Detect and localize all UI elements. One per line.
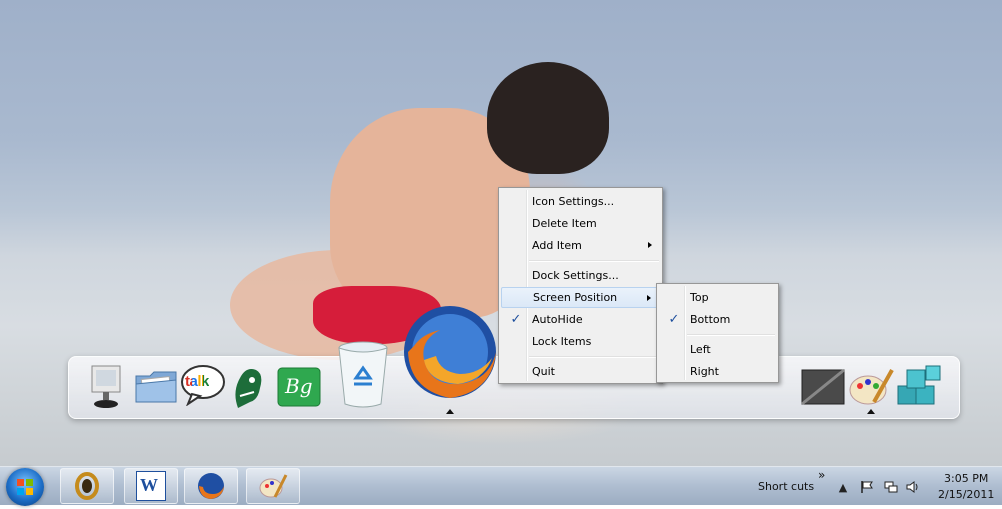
shortcuts-chevron-icon[interactable]: » [818, 468, 825, 482]
computer-icon[interactable] [86, 364, 126, 410]
bg-label: Bg [285, 374, 313, 398]
clock-date[interactable]: 2/15/2011 [938, 488, 994, 501]
cubes-icon[interactable] [894, 362, 944, 410]
checkmark-icon: ✓ [510, 312, 522, 327]
talk-label: talk [185, 373, 209, 390]
windows-logo-icon [17, 479, 33, 495]
menu-item-icon-settings[interactable]: Icon Settings... [501, 191, 660, 212]
show-hidden-icons-icon[interactable]: ▲ [836, 480, 850, 494]
menu-separator [529, 356, 659, 358]
dark-window-icon[interactable] [800, 368, 846, 406]
gold-ring-icon [75, 472, 99, 500]
checkmark-icon: ✓ [668, 312, 680, 327]
network-icon[interactable] [884, 480, 898, 494]
firefox-icon[interactable] [400, 300, 500, 406]
taskbar-button-paint[interactable] [246, 468, 300, 504]
taskbar-button-ring-app[interactable] [60, 468, 114, 504]
wallpaper-figure-head [487, 62, 609, 174]
menu-item-label: Icon Settings... [532, 195, 615, 208]
menu-item-add-item[interactable]: Add Item [501, 235, 660, 256]
word-icon: W [136, 471, 166, 501]
word-icon-letter: W [140, 475, 158, 495]
submenu-item-label: Top [690, 291, 709, 304]
menu-item-quit[interactable]: Quit [501, 361, 660, 382]
paint-icon[interactable] [848, 366, 894, 408]
menu-separator [687, 334, 775, 336]
menu-item-screen-position[interactable]: Screen Position [501, 287, 660, 308]
menu-item-label: AutoHide [532, 313, 583, 326]
menu-item-autohide[interactable]: ✓ AutoHide [501, 309, 660, 330]
firefox-icon [198, 473, 224, 499]
screen-position-submenu: Top ✓ Bottom Left Right [656, 283, 779, 383]
menu-item-dock-settings[interactable]: Dock Settings... [501, 265, 660, 286]
submenu-item-top[interactable]: Top [659, 287, 776, 308]
dock-context-menu: Icon Settings... Delete Item Add Item Do… [498, 187, 663, 384]
green-bg-icon[interactable]: Bg [276, 366, 322, 408]
taskbar-button-word[interactable]: W [124, 468, 178, 504]
google-talk-icon[interactable]: talk [180, 364, 226, 406]
submenu-item-label: Right [690, 365, 719, 378]
start-button[interactable] [6, 468, 44, 506]
green-app-icon[interactable] [230, 362, 268, 410]
menu-separator [529, 260, 659, 262]
paint-icon [259, 474, 288, 498]
menu-item-label: Screen Position [533, 291, 618, 304]
menu-item-label: Dock Settings... [532, 269, 619, 282]
firefox-running-indicator [446, 409, 454, 414]
submenu-item-label: Left [690, 343, 711, 356]
submenu-item-label: Bottom [690, 313, 731, 326]
submenu-item-left[interactable]: Left [659, 339, 776, 360]
clock-time[interactable]: 3:05 PM [944, 472, 988, 485]
menu-item-label: Lock Items [532, 335, 592, 348]
submenu-arrow-icon [647, 295, 651, 301]
volume-icon[interactable] [906, 480, 920, 494]
paint-running-indicator [867, 409, 875, 414]
menu-item-label: Quit [532, 365, 555, 378]
menu-item-label: Delete Item [532, 217, 597, 230]
menu-item-label: Add Item [532, 239, 582, 252]
action-center-flag-icon[interactable] [860, 480, 874, 494]
shortcuts-toolbar-label[interactable]: Short cuts [758, 480, 814, 493]
submenu-item-bottom[interactable]: ✓ Bottom [659, 309, 776, 330]
folder-icon[interactable] [134, 368, 178, 406]
submenu-arrow-icon [648, 242, 652, 248]
submenu-item-right[interactable]: Right [659, 361, 776, 382]
taskbar-button-firefox[interactable] [184, 468, 238, 504]
menu-item-lock-items[interactable]: Lock Items [501, 331, 660, 352]
menu-item-delete-item[interactable]: Delete Item [501, 213, 660, 234]
recycle-bin-icon[interactable] [336, 340, 390, 410]
